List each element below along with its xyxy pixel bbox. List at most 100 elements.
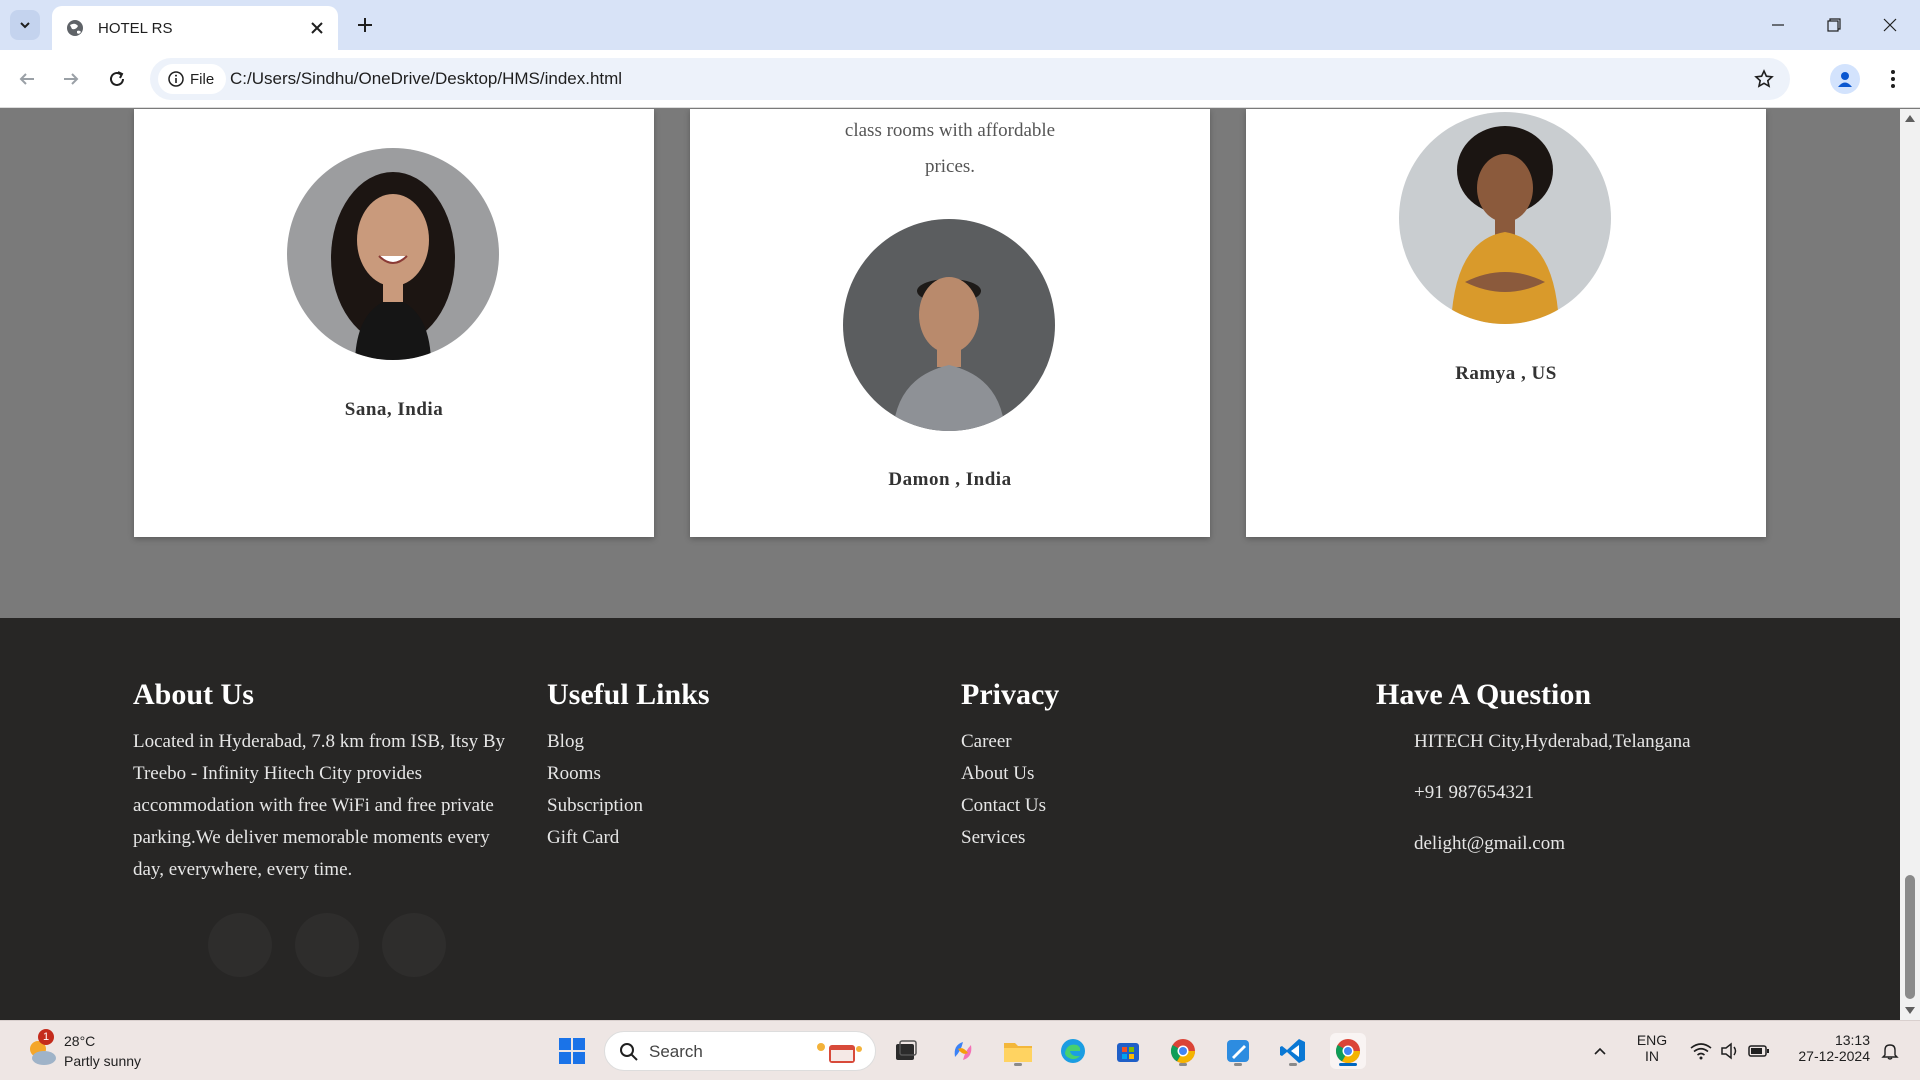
copilot-icon xyxy=(954,1042,972,1060)
battery-icon xyxy=(1748,1045,1769,1057)
contact-address: HITECH City,Hyderabad,Telangana xyxy=(1376,726,1796,777)
footer-link-subscription[interactable]: Subscription xyxy=(547,790,887,822)
scroll-down-arrow-icon[interactable] xyxy=(1905,1007,1915,1014)
footer-link-blog[interactable]: Blog xyxy=(547,726,887,758)
contact-email-text: delight@gmail.com xyxy=(1414,833,1565,854)
forward-button[interactable] xyxy=(56,64,86,94)
url-text[interactable]: C:/Users/Sindhu/OneDrive/Desktop/HMS/ind… xyxy=(230,69,622,89)
address-bar[interactable]: File C:/Users/Sindhu/OneDrive/Desktop/HM… xyxy=(150,58,1790,100)
taskbar-edge[interactable] xyxy=(1055,1033,1091,1069)
clock[interactable]: 13:13 27-12-2024 xyxy=(1784,1032,1870,1064)
os-taskbar: 1 28°C Partly sunny Search ENG IN 13:13 … xyxy=(0,1020,1920,1080)
footer-about: About Us Located in Hyderabad, 7.8 km fr… xyxy=(133,678,508,886)
language-indicator[interactable]: ENG IN xyxy=(1628,1032,1676,1064)
close-window-button[interactable] xyxy=(1862,0,1918,50)
contact-phone[interactable]: +91 987654321 xyxy=(1376,777,1796,828)
arrow-left-icon xyxy=(19,73,34,85)
info-icon xyxy=(168,71,184,87)
weather-widget[interactable]: 1 28°C Partly sunny xyxy=(24,1029,174,1073)
folder-icon xyxy=(1004,1043,1032,1062)
plus-icon xyxy=(358,18,372,32)
wifi-icon xyxy=(1690,1043,1712,1060)
quick-settings-button[interactable] xyxy=(1680,1033,1780,1069)
star-icon xyxy=(1754,69,1774,88)
footer-link-rooms[interactable]: Rooms xyxy=(547,758,887,790)
scroll-up-arrow-icon[interactable] xyxy=(1905,115,1915,122)
globe-icon xyxy=(67,20,83,36)
tab-title: HOTEL RS xyxy=(98,20,173,37)
taskbar-vscode[interactable] xyxy=(1275,1033,1311,1069)
footer-link-services[interactable]: Services xyxy=(961,822,1301,854)
close-icon xyxy=(311,22,323,34)
weather-temperature: 28°C xyxy=(64,1033,96,1049)
avatar xyxy=(1399,112,1611,324)
store-icon xyxy=(1117,1043,1139,1062)
file-chip-label: File xyxy=(190,70,215,88)
volume-icon xyxy=(1721,1042,1737,1060)
running-indicator xyxy=(1289,1063,1297,1066)
close-tab-button[interactable] xyxy=(306,17,328,39)
taskbar-search[interactable]: Search xyxy=(604,1031,876,1071)
testimonial-text-line: class rooms with affordable xyxy=(844,120,1056,141)
footer-about-text: Located in Hyderabad, 7.8 km from ISB, I… xyxy=(133,731,506,880)
tab-search-button[interactable] xyxy=(10,10,40,40)
footer-privacy: Privacy Career About Us Contact Us Servi… xyxy=(961,678,1301,854)
calendar-highlight-icon xyxy=(817,1043,862,1063)
footer-link-contact-us[interactable]: Contact Us xyxy=(961,790,1301,822)
scrollbar-thumb[interactable] xyxy=(1905,875,1915,999)
start-button[interactable] xyxy=(554,1033,590,1069)
contact-email[interactable]: delight@gmail.com xyxy=(1376,828,1796,879)
browser-menu-button[interactable] xyxy=(1880,64,1906,94)
taskbar-paint-app[interactable] xyxy=(1220,1033,1256,1069)
site-info-chip[interactable]: File xyxy=(158,64,227,94)
taskbar-task-view[interactable] xyxy=(888,1033,924,1069)
minimize-button[interactable] xyxy=(1750,0,1806,50)
show-hidden-icons-button[interactable] xyxy=(1584,1033,1616,1069)
contact-address-text: HITECH City,Hyderabad,Telangana xyxy=(1414,731,1691,752)
testimonial-name: Damon , India xyxy=(888,469,1012,490)
browser-tab-active[interactable]: HOTEL RS xyxy=(52,6,338,50)
new-tab-button[interactable] xyxy=(352,12,378,38)
clock-time: 13:13 xyxy=(1834,1032,1870,1048)
footer-heading: Privacy xyxy=(961,678,1060,711)
footer-heading: Have A Question xyxy=(1376,678,1592,711)
footer-link-gift-card[interactable]: Gift Card xyxy=(547,822,887,854)
browser-tab-strip: HOTEL RS xyxy=(0,0,1920,50)
restore-button[interactable] xyxy=(1806,0,1862,50)
taskbar-file-explorer[interactable] xyxy=(1000,1033,1036,1069)
windows-logo-icon xyxy=(559,1038,585,1064)
active-indicator xyxy=(1339,1063,1357,1066)
taskbar-chrome-active[interactable] xyxy=(1330,1033,1366,1069)
person-icon xyxy=(1838,72,1852,87)
taskbar-store[interactable] xyxy=(1110,1033,1146,1069)
bookmark-button[interactable] xyxy=(1752,67,1776,91)
chevron-down-icon xyxy=(20,22,30,29)
footer-link-career[interactable]: Career xyxy=(961,726,1301,758)
reload-button[interactable] xyxy=(102,64,132,94)
page-scrollbar[interactable] xyxy=(1900,109,1920,1020)
arrow-right-icon xyxy=(64,73,79,85)
chrome-icon xyxy=(1170,1039,1195,1064)
running-indicator xyxy=(1179,1063,1187,1066)
reload-icon xyxy=(110,71,124,86)
profile-button[interactable] xyxy=(1830,64,1860,94)
contact-phone-text: +91 987654321 xyxy=(1414,782,1534,803)
search-icon xyxy=(620,1043,638,1061)
taskbar-chrome[interactable] xyxy=(1165,1033,1201,1069)
footer-contact: Have A Question HITECH City,Hyderabad,Te… xyxy=(1376,678,1796,879)
paint-app-icon xyxy=(1227,1040,1249,1062)
taskbar-copilot[interactable] xyxy=(945,1033,981,1069)
minimize-icon xyxy=(1772,24,1784,26)
footer-heading: About Us xyxy=(133,678,254,711)
notifications-button[interactable] xyxy=(1876,1033,1904,1069)
social-link-button[interactable] xyxy=(382,913,446,977)
footer-link-about-us[interactable]: About Us xyxy=(961,758,1301,790)
testimonial-name: Ramya , US xyxy=(1455,363,1557,384)
task-view-icon xyxy=(896,1040,917,1060)
testimonial-card: Sana, India xyxy=(134,109,654,537)
back-button[interactable] xyxy=(12,64,42,94)
social-link-button[interactable] xyxy=(295,913,359,977)
vscode-icon xyxy=(1280,1039,1305,1063)
testimonial-name: Sana, India xyxy=(344,399,444,420)
social-link-button[interactable] xyxy=(208,913,272,977)
